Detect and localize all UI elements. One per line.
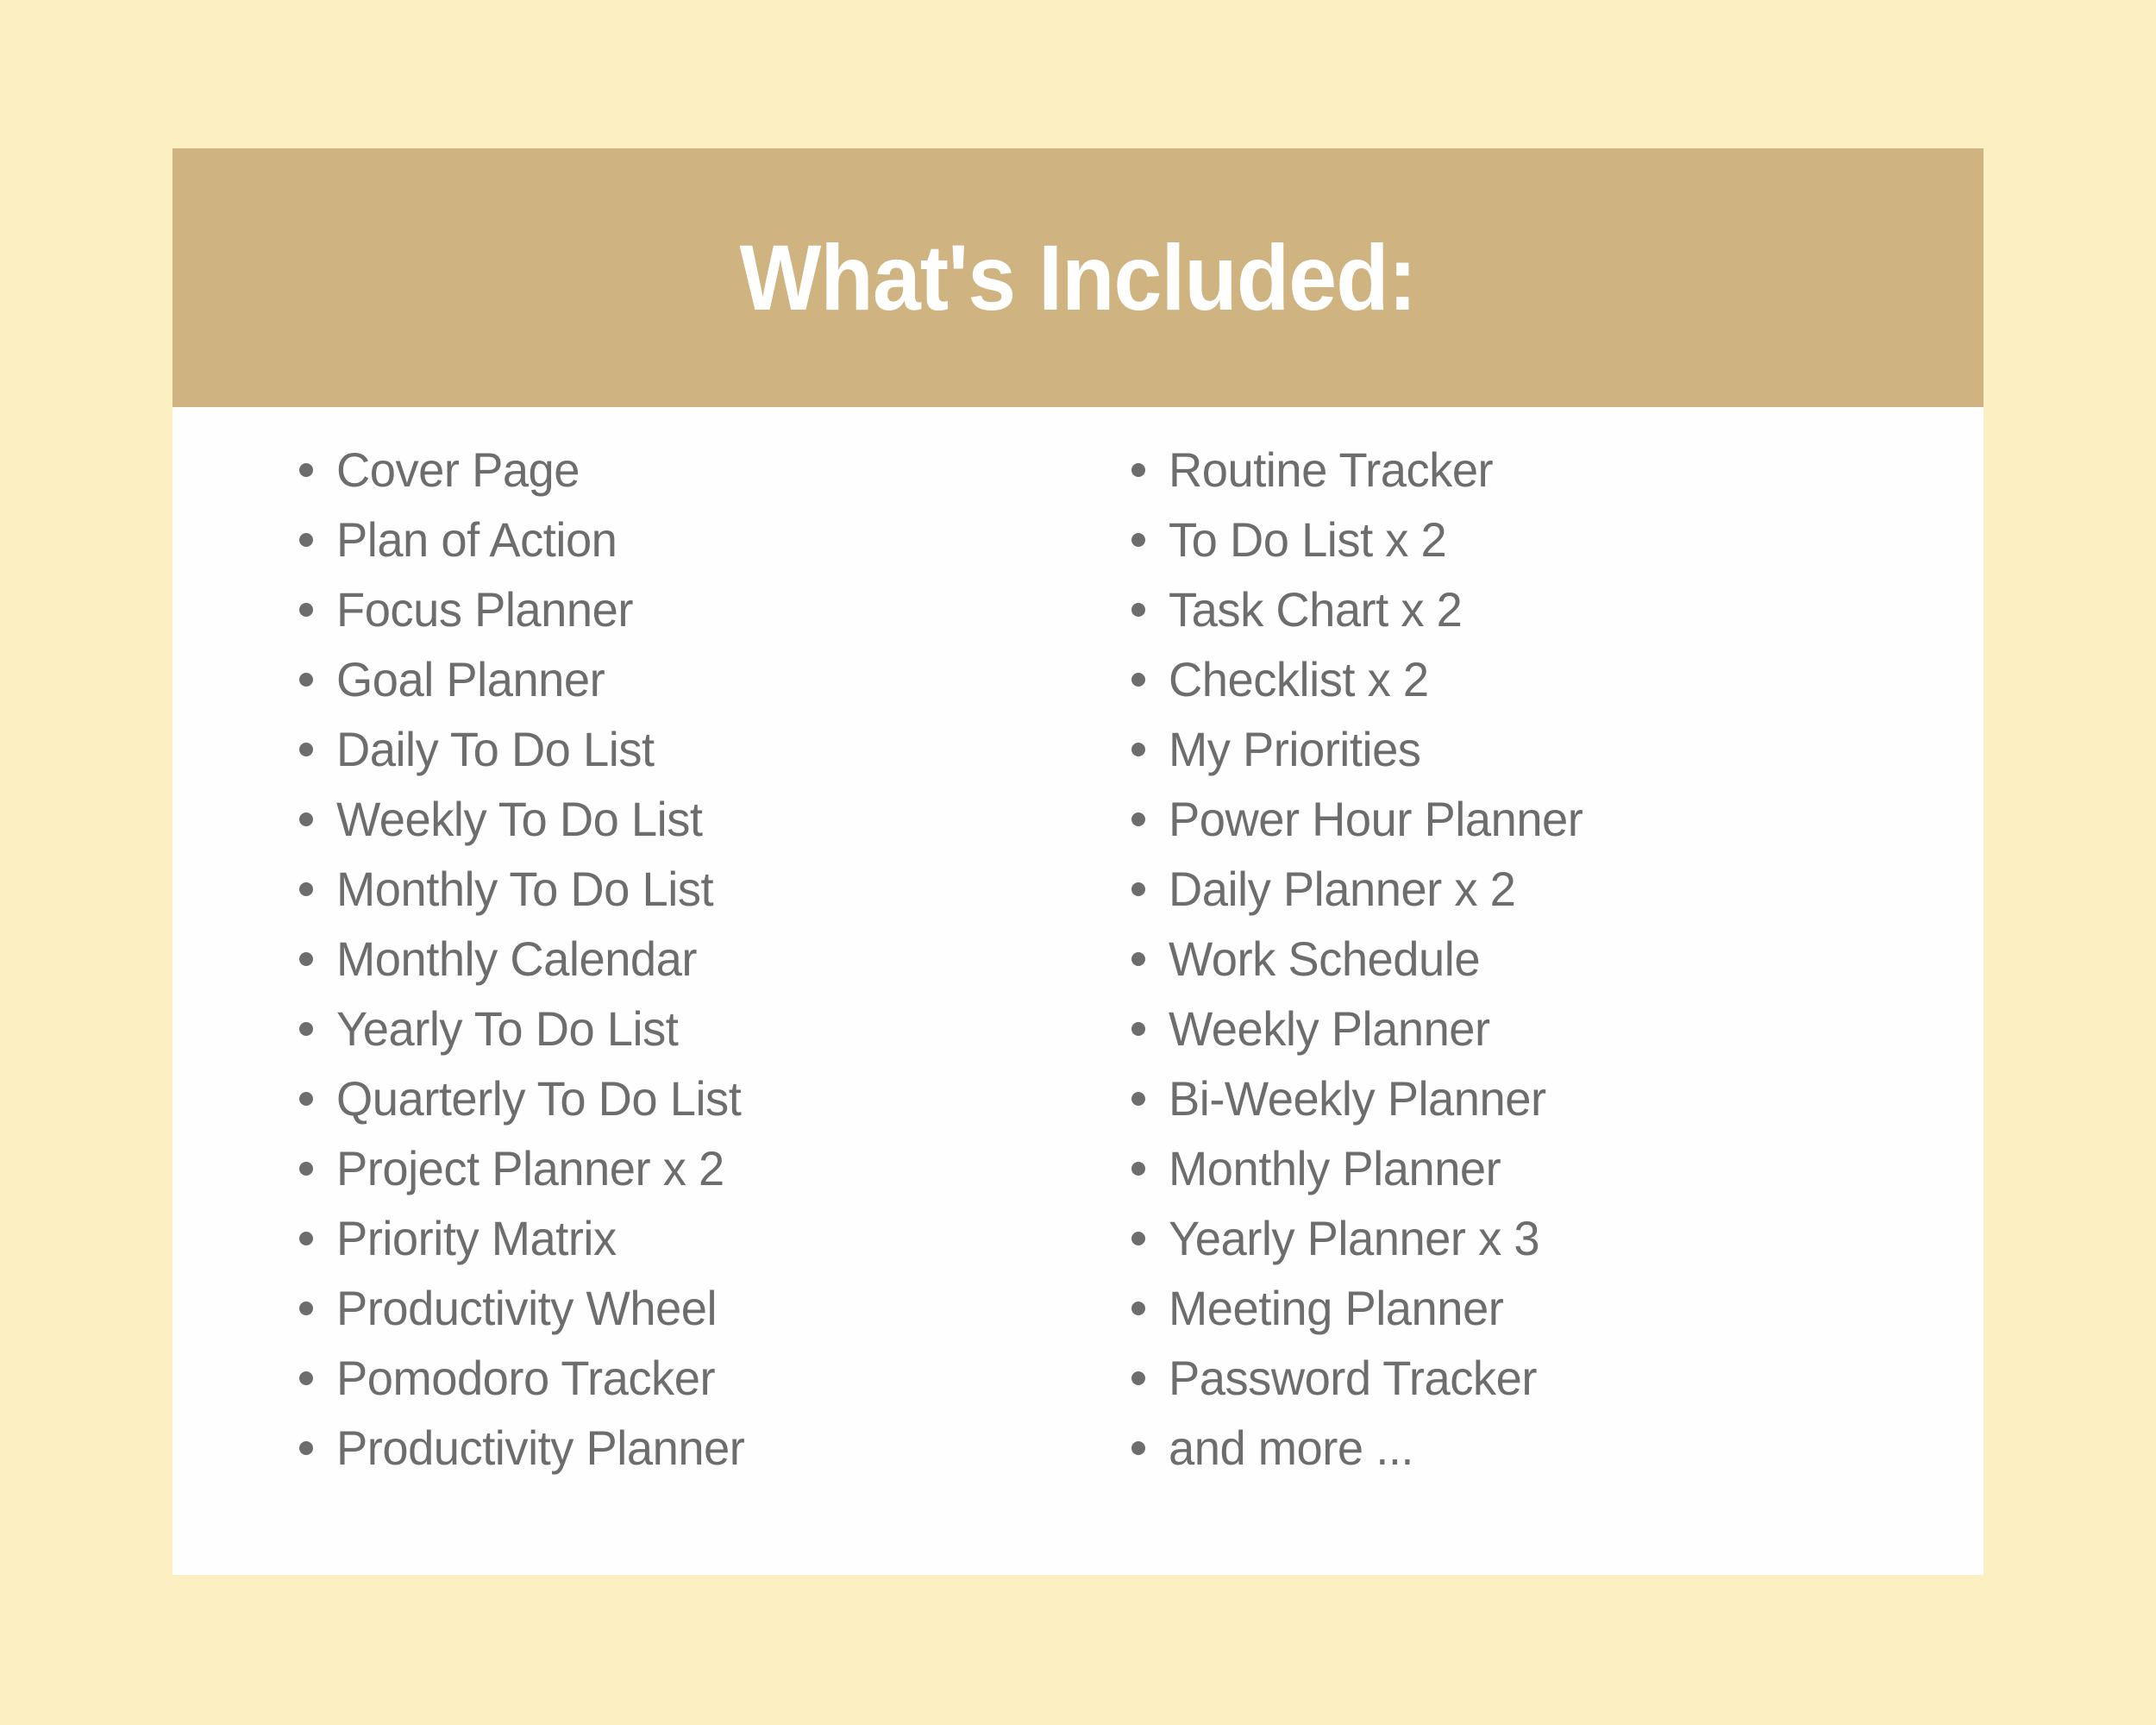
page-title: What's Included: [739,225,1418,329]
card-body: Cover Page Plan of Action Focus Planner … [172,407,1984,1575]
bullet-icon [299,1301,313,1315]
bullet-icon [299,1161,313,1176]
list-item-label: Weekly Planner [1169,1001,1490,1056]
list-item-label: To Do List x 2 [1169,512,1447,567]
list-item-label: Pomodoro Tracker [336,1351,716,1405]
list-item: Bi-Weekly Planner [1131,1063,1984,1133]
bullet-icon [299,1371,313,1385]
bullet-icon [299,602,313,617]
bullet-icon [299,1440,313,1455]
list-item: Pomodoro Tracker [299,1343,1131,1413]
list-item: Weekly Planner [1131,994,1984,1063]
list-item-label: Productivity Wheel [336,1281,718,1335]
list-item: Yearly To Do List [299,994,1131,1063]
bullet-icon [299,1231,313,1245]
bullet-icon [1131,812,1145,826]
list-item: Daily To Do List [299,714,1131,784]
card-header-banner: What's Included: [172,148,1984,407]
right-feature-list: Routine Tracker To Do List x 2 Task Char… [1131,435,1984,1483]
list-item-label: Bi-Weekly Planner [1169,1071,1546,1126]
page-root: What's Included: Cover Page Plan of Acti… [0,0,2156,1725]
list-item: Power Hour Planner [1131,784,1984,854]
list-item-label: Weekly To Do List [336,792,703,846]
list-item-label: Priority Matrix [336,1211,617,1265]
list-item: Quarterly To Do List [299,1063,1131,1133]
list-item-label: Password Tracker [1169,1351,1537,1405]
list-item: Monthly Planner [1131,1133,1984,1203]
list-item: Goal Planner [299,644,1131,714]
list-item: Focus Planner [299,574,1131,644]
list-item: Task Chart x 2 [1131,574,1984,644]
bullet-icon [1131,532,1145,547]
list-item: Weekly To Do List [299,784,1131,854]
list-item-label: Monthly Calendar [336,932,697,986]
list-item: Work Schedule [1131,924,1984,994]
list-item-label: Plan of Action [336,512,617,567]
list-item-label: My Priorities [1169,722,1421,776]
list-item-label: Cover Page [336,442,580,497]
list-item: Daily Planner x 2 [1131,854,1984,924]
list-item: Productivity Wheel [299,1273,1131,1343]
bullet-icon [299,742,313,756]
list-item-label: Quarterly To Do List [336,1071,742,1126]
bullet-icon [299,462,313,477]
bullet-icon [1131,1021,1145,1036]
list-item-label: Daily To Do List [336,722,655,776]
list-item: Project Planner x 2 [299,1133,1131,1203]
list-item-label: Focus Planner [336,582,633,637]
list-item: Productivity Planner [299,1413,1131,1483]
bullet-icon [1131,462,1145,477]
list-item-label: Project Planner x 2 [336,1141,724,1195]
bullet-icon [1131,1301,1145,1315]
bullet-icon [299,672,313,687]
list-item: and more ... [1131,1413,1984,1483]
list-item-label: Work Schedule [1169,932,1481,986]
list-item: Password Tracker [1131,1343,1984,1413]
right-column: Routine Tracker To Do List x 2 Task Char… [1131,435,1984,1575]
list-item-label: Routine Tracker [1169,442,1494,497]
bullet-icon [1131,672,1145,687]
list-item: Plan of Action [299,505,1131,574]
bullet-icon [299,951,313,966]
list-item-label: Daily Planner x 2 [1169,862,1516,916]
bullet-icon [299,532,313,547]
list-item: Meeting Planner [1131,1273,1984,1343]
list-item-label: Checklist x 2 [1169,652,1429,706]
list-item: Checklist x 2 [1131,644,1984,714]
list-item-label: Yearly To Do List [336,1001,679,1056]
list-item: Routine Tracker [1131,435,1984,505]
left-feature-list: Cover Page Plan of Action Focus Planner … [299,435,1131,1483]
list-item-label: Productivity Planner [336,1421,745,1475]
bullet-icon [299,1021,313,1036]
list-item-label: Yearly Planner x 3 [1169,1211,1540,1265]
list-item: To Do List x 2 [1131,505,1984,574]
list-item: Yearly Planner x 3 [1131,1203,1984,1273]
list-item-label: Goal Planner [336,652,605,706]
list-item-label: Monthly To Do List [336,862,714,916]
bullet-icon [1131,1091,1145,1106]
list-item: Priority Matrix [299,1203,1131,1273]
list-item: Cover Page [299,435,1131,505]
list-item-label: and more ... [1169,1421,1414,1475]
list-item: Monthly Calendar [299,924,1131,994]
left-column: Cover Page Plan of Action Focus Planner … [172,435,1131,1575]
bullet-icon [1131,881,1145,896]
list-item: My Priorities [1131,714,1984,784]
list-item-label: Task Chart x 2 [1169,582,1463,637]
list-item-label: Monthly Planner [1169,1141,1501,1195]
list-item-label: Power Hour Planner [1169,792,1583,846]
bullet-icon [1131,1371,1145,1385]
bullet-icon [1131,742,1145,756]
bullet-icon [299,1091,313,1106]
whats-included-card: What's Included: Cover Page Plan of Acti… [172,148,1984,1575]
bullet-icon [1131,1231,1145,1245]
bullet-icon [299,881,313,896]
list-item-label: Meeting Planner [1169,1281,1504,1335]
bullet-icon [1131,602,1145,617]
bullet-icon [1131,1440,1145,1455]
bullet-icon [1131,1161,1145,1176]
bullet-icon [299,812,313,826]
list-item: Monthly To Do List [299,854,1131,924]
bullet-icon [1131,951,1145,966]
